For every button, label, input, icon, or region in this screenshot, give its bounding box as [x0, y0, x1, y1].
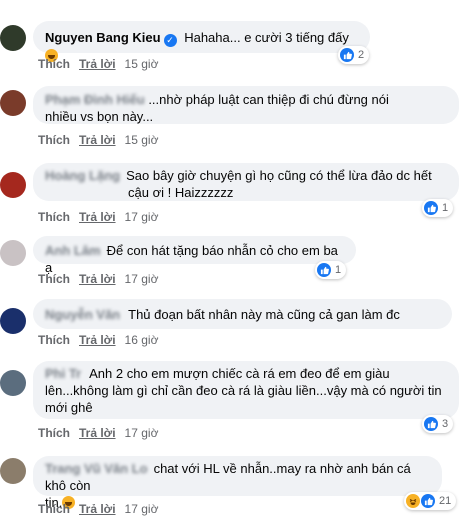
comment-text-line-3: mới ghê — [45, 400, 93, 415]
reaction-count: 2 — [358, 49, 365, 61]
like-reaction-icon — [424, 417, 438, 431]
like-reaction-icon — [424, 201, 438, 215]
avatar[interactable] — [0, 458, 26, 484]
comment-actions: Thích Trả lời 17 giờ — [38, 426, 158, 440]
reply-action[interactable]: Trả lời — [79, 502, 116, 516]
comment-text-line-1: ...nhờ pháp luật can thiệp đi chú đừng n… — [148, 92, 389, 107]
like-action[interactable]: Thích — [38, 210, 70, 224]
comment-text-line-2: cậu ơi ! Haizzzzzz — [128, 185, 234, 200]
reply-action[interactable]: Trả lời — [79, 210, 116, 224]
commenter-name[interactable]: Nguyen Bang Kieu — [45, 30, 161, 45]
commenter-name[interactable]: Anh Lâm — [45, 243, 101, 258]
comment-time[interactable]: 17 giờ — [125, 502, 159, 516]
commenter-name[interactable]: Phạm Đình Hiếu — [45, 92, 145, 107]
like-reaction-icon — [317, 263, 331, 277]
comment-time[interactable]: 17 giờ — [125, 426, 159, 440]
reply-action[interactable]: Trả lời — [79, 333, 116, 347]
comment-text: Hahaha... e cười 3 tiếng đấy — [184, 30, 349, 45]
reaction-count: 1 — [442, 202, 449, 214]
avatar[interactable] — [0, 172, 26, 198]
comment-time[interactable]: 17 giờ — [125, 210, 159, 224]
like-action[interactable]: Thích — [38, 57, 70, 71]
like-action[interactable]: Thích — [38, 502, 70, 516]
comment-bubble: Nguyễn Văn Thủ đoạn bất nhân này mà cũng … — [33, 299, 452, 329]
like-action[interactable]: Thích — [38, 333, 70, 347]
comment-time[interactable]: 16 giờ — [125, 333, 159, 347]
reply-action[interactable]: Trả lời — [79, 272, 116, 286]
reaction-count: 1 — [335, 264, 342, 276]
like-action[interactable]: Thích — [38, 426, 70, 440]
comment-bubble: Phi Tr Anh 2 cho em mượn chiếc cà rá em đ… — [33, 361, 459, 419]
comment-actions: Thích Trả lời 17 giờ — [38, 272, 158, 286]
haha-reaction-icon — [406, 494, 420, 508]
like-reaction-icon — [421, 494, 435, 508]
avatar[interactable] — [0, 90, 26, 116]
comment-actions: Thích Trả lời 17 giờ — [38, 502, 158, 516]
like-reaction-icon — [340, 48, 354, 62]
reaction-summary[interactable]: 21 — [404, 492, 457, 510]
reply-action[interactable]: Trả lời — [79, 133, 116, 147]
reaction-count: 21 — [439, 495, 452, 507]
like-action[interactable]: Thích — [38, 272, 70, 286]
comment-actions: Thích Trả lời 17 giờ — [38, 210, 158, 224]
comment-bubble: Anh Lâm Để con hát tặng báo nhẫn cỏ cho e… — [33, 236, 356, 275]
comment-time[interactable]: 15 giờ — [125, 133, 159, 147]
reaction-summary[interactable]: 1 — [315, 261, 347, 279]
comment-actions: Thích Trả lời 15 giờ — [38, 57, 158, 71]
verified-badge-icon: ✓ — [163, 34, 177, 47]
avatar[interactable] — [0, 308, 26, 334]
reaction-summary[interactable]: 2 — [338, 46, 370, 64]
avatar[interactable] — [0, 370, 26, 396]
commenter-name[interactable]: Nguyễn Văn — [45, 307, 120, 322]
comment-text: Thủ đoạn bất nhân này mà cũng cả gan làm… — [128, 307, 400, 322]
commenter-name[interactable]: Trang Vũ Văn Lo — [45, 461, 148, 476]
comment-bubble: Nguyen Bang Kieu ✓ Hahaha... e cười 3 tiế… — [33, 21, 370, 62]
reply-action[interactable]: Trả lời — [79, 57, 116, 71]
avatar[interactable] — [0, 25, 26, 51]
comment-actions: Thích Trả lời 15 giờ — [38, 133, 158, 147]
like-action[interactable]: Thích — [38, 133, 70, 147]
comment-text-line-2: lên...không làm gì chỉ cần đeo cà rá là … — [45, 383, 442, 398]
reaction-count: 3 — [442, 418, 449, 430]
comment-text-line-1: Anh 2 cho em mượn chiếc cà rá em đeo để … — [89, 366, 390, 381]
commenter-name[interactable]: Phi Tr — [45, 366, 81, 381]
comment-time[interactable]: 15 giờ — [125, 57, 159, 71]
comment-text-line-2: nhiều vs bọn này... — [45, 109, 154, 124]
avatar[interactable] — [0, 240, 26, 266]
comment-actions: Thích Trả lời 16 giờ — [38, 333, 158, 347]
commenter-name[interactable]: Hoàng Lặng — [45, 168, 120, 183]
comment-bubble: Hoàng Lặng Sao bây giờ chuyện gì họ cũng … — [33, 163, 459, 201]
comment-time[interactable]: 17 giờ — [125, 272, 159, 286]
reaction-summary[interactable]: 1 — [422, 199, 454, 217]
reply-action[interactable]: Trả lời — [79, 426, 116, 440]
reaction-summary[interactable]: 3 — [422, 415, 454, 433]
comment-text-line-1: Sao bây giờ chuyện gì họ cũng có thể lừa… — [126, 168, 432, 183]
comment-bubble: Trang Vũ Văn Lo chat với HL về nhẫn..may … — [33, 456, 442, 510]
comment-bubble: Phạm Đình Hiếu ...nhờ pháp luật can thiệ… — [33, 86, 459, 124]
